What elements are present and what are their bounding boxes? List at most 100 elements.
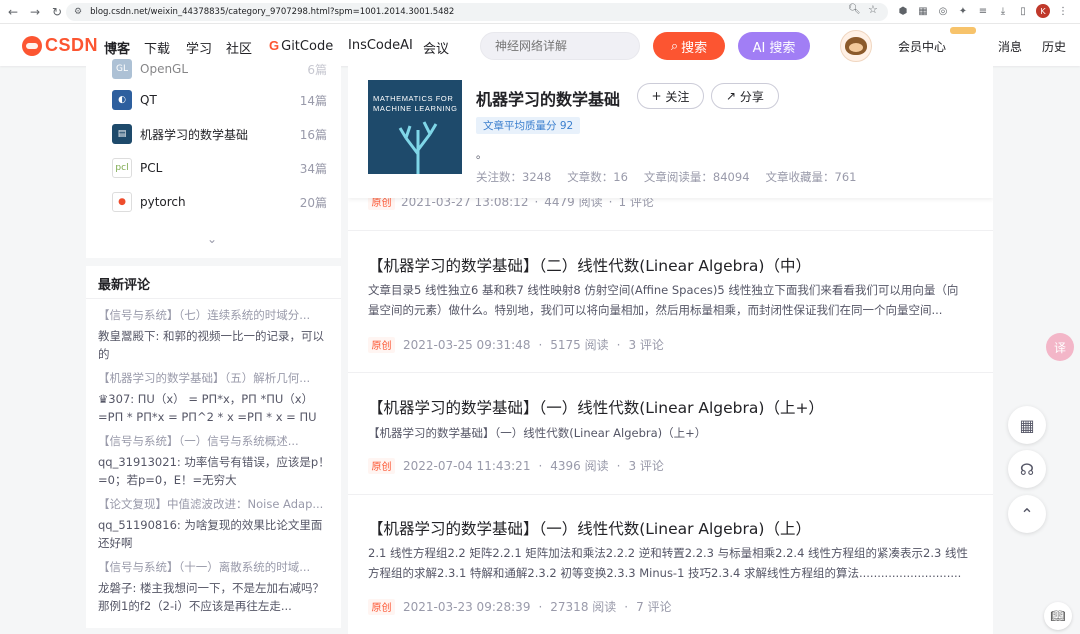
article-comments: 3 评论 — [628, 459, 664, 473]
nav-inscode[interactable]: InsCodeAI — [348, 38, 413, 53]
plus-icon: + — [651, 89, 666, 103]
extension-shield-icon[interactable]: ⬢ — [896, 4, 910, 18]
ai-search-button[interactable]: AI 搜索 — [738, 32, 810, 60]
opengl-icon: GL — [112, 59, 132, 79]
qrcode-button[interactable]: ▦ — [1008, 406, 1046, 444]
divider — [86, 298, 341, 299]
arrow-up-icon: ⌃ — [1020, 504, 1034, 524]
comment-item[interactable]: 【机器学习的数学基础】（五）解析几何... ♛307: ΠU（x） = PΠ*x… — [98, 369, 330, 426]
extension-circle-icon[interactable]: ◎ — [936, 4, 950, 18]
stat-reads: 文章阅读量：84094 — [643, 170, 750, 184]
share-icon: ↗ — [726, 89, 740, 103]
article-item[interactable]: 【机器学习的数学基础】（一）线性代数(Linear Algebra)（上） 2.… — [348, 494, 993, 634]
site-info-icon[interactable]: ⚙ — [74, 7, 82, 17]
comments-title: 最新评论 — [98, 278, 151, 293]
user-avatar[interactable] — [840, 30, 872, 62]
article-date: 2022-07-04 11:43:21 — [403, 458, 531, 473]
headset-icon: ☊ — [1019, 459, 1035, 479]
stat-favorites: 文章收藏量：761 — [765, 170, 857, 184]
nav-learn[interactable]: 学习 — [186, 38, 212, 57]
comment-item[interactable]: 【信号与系统】（七）连续系统的时域分... 教皇翯殿下: 和郭的视频一比一的记录… — [98, 306, 330, 363]
comment-item[interactable]: 【信号与系统】（一）信号与系统概述... qq_31913021: 功率信号有错… — [98, 432, 330, 489]
comment-text: ♛307: ΠU（x） = PΠ*x，PΠ *ΠU（x）=PΠ * PΠ*x =… — [98, 392, 317, 424]
comment-source[interactable]: 【机器学习的数学基础】（五）解析几何... — [98, 369, 330, 387]
column-header: MATHEMATICS FOR MACHINE LEARNING 机器学习的数学… — [348, 66, 993, 198]
nav-community[interactable]: 社区 — [226, 38, 252, 57]
forward-icon[interactable]: → — [26, 3, 44, 21]
reading-list-icon[interactable]: ≡ — [976, 4, 990, 18]
history-link[interactable]: 历史 — [1042, 38, 1066, 55]
menu-icon[interactable]: ⋮ — [1056, 4, 1070, 18]
back-icon[interactable]: ← — [4, 3, 22, 21]
search-button[interactable]: ⌕ 搜索 — [653, 32, 725, 60]
back-to-top-button[interactable]: ⌃ — [1008, 495, 1046, 533]
customer-service-button[interactable]: ☊ — [1008, 450, 1046, 488]
download-icon[interactable]: ⤓ — [996, 4, 1010, 18]
profile-icon[interactable]: K — [1036, 4, 1050, 18]
book-icon: ▤ — [112, 124, 132, 144]
category-item-ml-math[interactable]: ▤ 机器学习的数学基础 16篇 — [112, 124, 327, 144]
category-item-qt[interactable]: ◐ QT 14篇 — [112, 90, 327, 110]
article-meta: 原创 2021-03-25 09:31:48 · 5175 阅读 · 3 评论 — [368, 336, 664, 353]
category-item-pytorch[interactable]: ● pytorch 20篇 — [112, 192, 327, 212]
article-item[interactable]: 【机器学习的数学基础】（二）线性代数(Linear Algebra)（中） 文章… — [348, 230, 993, 372]
share-button[interactable]: ↗ 分享 — [711, 83, 779, 109]
column-main: MATHEMATICS FOR MACHINE LEARNING 机器学习的数学… — [348, 66, 993, 634]
csdn-logo[interactable]: CSDN — [22, 35, 98, 56]
stat-followers: 关注数：3248 — [476, 170, 552, 184]
category-list: GL OpenGL 6篇 ◐ QT 14篇 ▤ 机器学习的数学基础 16篇 pc… — [86, 59, 341, 258]
article-title[interactable]: 【机器学习的数学基础】（二）线性代数(Linear Algebra)（中） — [368, 254, 811, 276]
comment-text: 教皇翯殿下: 和郭的视频一比一的记录，可以的 — [98, 329, 325, 361]
pytorch-icon: ● — [112, 192, 132, 212]
sidepanel-icon[interactable]: ▯ — [1016, 4, 1030, 18]
zoom-icon[interactable]: 🔍︎ — [848, 4, 861, 15]
article-desc: 【机器学习的数学基础】（一）线性代数(Linear Algebra)（上+） — [368, 426, 707, 440]
extension-grid-icon[interactable]: ▦ — [916, 4, 930, 18]
comment-source[interactable]: 【信号与系统】（七）连续系统的时域分... — [98, 306, 330, 324]
category-item-opengl[interactable]: GL OpenGL 6篇 — [112, 59, 327, 79]
original-badge: 原创 — [368, 336, 395, 353]
chevron-down-icon[interactable]: ⌄ — [207, 232, 217, 246]
article-meta: 原创 2021-03-23 09:28:39 · 27318 阅读 · 7 评论 — [368, 598, 672, 615]
comment-source[interactable]: 【信号与系统】（十一）离散系统的时域... — [98, 558, 330, 576]
article-date: 2021-03-23 09:28:39 — [403, 599, 531, 614]
article-desc: 文章目录5 线性独立6 基和秩7 线性映射8 仿射空间(Affine Space… — [368, 283, 959, 317]
comment-source[interactable]: 【信号与系统】（一）信号与系统概述... — [98, 432, 330, 450]
comment-item[interactable]: 【信号与系统】（十一）离散系统的时域... 龙磐子: 楼主我想问一下，不是左加右… — [98, 558, 330, 615]
comment-text: qq_51190816: 为啥复现的效果比论文里面还好啊 — [98, 518, 323, 550]
nav-gitcode[interactable]: G GitCode — [269, 38, 333, 54]
article-comments: 7 评论 — [636, 600, 672, 614]
search-input[interactable] — [480, 32, 640, 60]
extension-area: ⬢ ▦ ◎ ✦ ≡ ⤓ ▯ K ⋮ — [896, 4, 1070, 18]
article-desc: 2.1 线性方程组2.2 矩阵2.2.1 矩阵加法和乘法2.2.2 逆和转置2.… — [368, 546, 968, 580]
address-bar[interactable]: ⚙ blog.csdn.net/weixin_44378835/category… — [66, 3, 888, 21]
bookmark-star-icon[interactable]: ☆ — [868, 3, 878, 16]
nav-meeting[interactable]: 会议 — [423, 38, 449, 57]
comment-text: qq_31913021: 功率信号有错误，应该是p！=0；若p=0，E！=无穷大 — [98, 455, 330, 487]
search-icon: ⌕ — [670, 38, 679, 54]
reload-icon[interactable]: ↻ — [48, 3, 66, 21]
article-title[interactable]: 【机器学习的数学基础】（一）线性代数(Linear Algebra)（上） — [368, 517, 811, 539]
follow-button[interactable]: + 关注 — [637, 83, 704, 109]
url-text: blog.csdn.net/weixin_44378835/category_9… — [90, 7, 455, 17]
column-title: 机器学习的数学基础 — [476, 90, 621, 109]
member-center-link[interactable]: 会员中心 — [898, 38, 946, 55]
article-title[interactable]: 【机器学习的数学基础】（一）线性代数(Linear Algebra)（上+） — [368, 396, 824, 418]
article-item[interactable]: 【机器学习的数学基础】（一）线性代数(Linear Algebra)（上+） 【… — [348, 372, 993, 494]
article-reads: 4396 阅读 — [550, 459, 609, 473]
stat-articles: 文章数：16 — [567, 170, 628, 184]
nav-download[interactable]: 下载 — [144, 38, 170, 57]
nav-blog[interactable]: 博客 — [104, 38, 130, 57]
column-description: 。 — [476, 148, 487, 161]
translate-button[interactable]: 译 — [1046, 333, 1074, 361]
messages-link[interactable]: 消息 — [998, 38, 1022, 55]
qt-icon: ◐ — [112, 90, 132, 110]
comment-item[interactable]: 【论文复现】中值滤波改进：Noise Adap... qq_51190816: … — [98, 495, 330, 552]
comment-source[interactable]: 【论文复现】中值滤波改进：Noise Adap... — [98, 495, 330, 513]
extensions-puzzle-icon[interactable]: ✦ — [956, 4, 970, 18]
reader-button[interactable]: 📖︎ — [1044, 602, 1072, 630]
comment-text: 龙磐子: 楼主我想问一下，不是左加右减吗？那例1的f2（2-i）不应该是再往左走… — [98, 581, 325, 613]
article-reads: 27318 阅读 — [550, 600, 617, 614]
logo-face-icon — [22, 35, 42, 56]
category-item-pcl[interactable]: pcl PCL 34篇 — [112, 158, 327, 178]
